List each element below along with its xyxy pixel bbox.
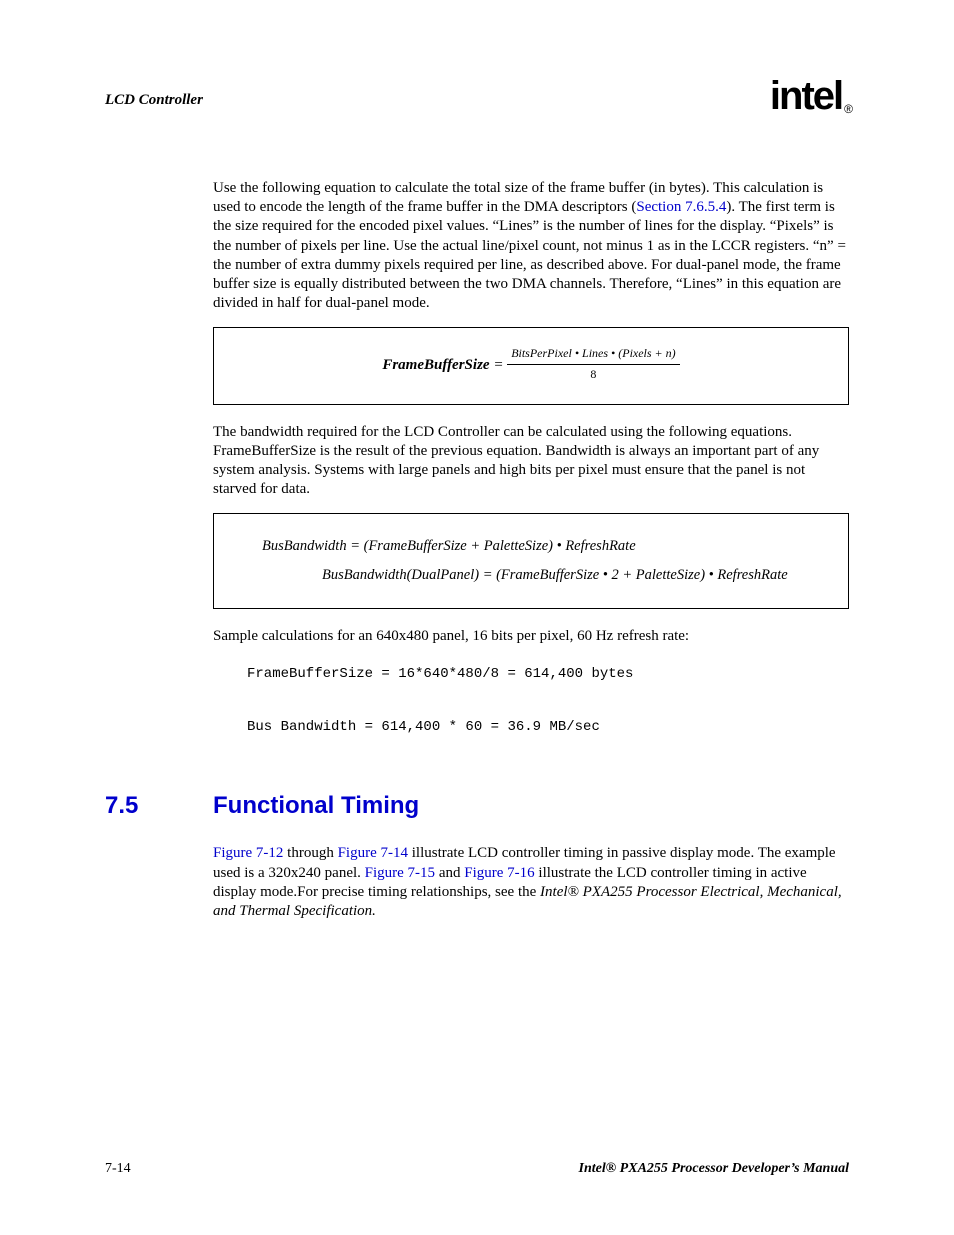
eq-denominator: 8 <box>507 365 679 384</box>
page-header: LCD Controller intel® <box>105 78 849 123</box>
link-figure-7-15[interactable]: Figure 7-15 <box>365 865 435 881</box>
logo-text: intel <box>770 74 842 118</box>
eq-fraction: BitsPerPixel • Lines • (Pixels + n)8 <box>507 344 679 383</box>
equation-framebuffer: FrameBufferSize = BitsPerPixel • Lines •… <box>238 346 824 385</box>
link-figure-7-14[interactable]: Figure 7-14 <box>338 845 408 861</box>
equation-bandwidth: BusBandwidth = (FrameBufferSize + Palett… <box>238 532 824 590</box>
main-content: Use the following equation to calculate … <box>213 179 849 740</box>
paragraph-bandwidth: The bandwidth required for the LCD Contr… <box>213 423 849 500</box>
link-figure-7-12[interactable]: Figure 7-12 <box>213 845 283 861</box>
link-figure-7-16[interactable]: Figure 7-16 <box>464 865 534 881</box>
equation-box-framebuffer: FrameBufferSize = BitsPerPixel • Lines •… <box>213 327 849 404</box>
section-title: Functional Timing <box>213 792 419 820</box>
paragraph-intro: Use the following equation to calculate … <box>213 179 849 313</box>
footer-page-number: 7-14 <box>105 1161 131 1177</box>
page-footer: 7-14 Intel® PXA255 Processor Developer’s… <box>105 1161 849 1177</box>
equation-box-bandwidth: BusBandwidth = (FrameBufferSize + Palett… <box>213 513 849 609</box>
section-number: 7.5 <box>105 792 213 820</box>
footer-manual-title: Intel® PXA255 Processor Developer’s Manu… <box>579 1161 850 1177</box>
eq-lhs: FrameBufferSize <box>382 357 489 373</box>
link-section-7-6-5-4[interactable]: Section 7.6.5.4 <box>636 199 726 215</box>
eq-line2: BusBandwidth(DualPanel) = (FrameBufferSi… <box>262 561 824 590</box>
section-heading-row: 7.5 Functional Timing <box>105 792 849 820</box>
section-content: Figure 7-12 through Figure 7-14 illustra… <box>213 844 849 921</box>
header-title: LCD Controller <box>105 92 203 109</box>
paragraph-functional-timing: Figure 7-12 through Figure 7-14 illustra… <box>213 844 849 921</box>
text: ). The first term is the size required f… <box>213 199 846 311</box>
eq-numerator: BitsPerPixel • Lines • (Pixels + n) <box>507 344 679 364</box>
text: through <box>283 845 337 861</box>
eq-equals: = <box>490 357 508 373</box>
eq-line1: BusBandwidth = (FrameBufferSize + Palett… <box>262 532 824 561</box>
paragraph-sample: Sample calculations for an 640x480 panel… <box>213 627 849 646</box>
logo-registered: ® <box>844 102 851 116</box>
text: and <box>435 865 464 881</box>
code-sample-calculations: FrameBufferSize = 16*640*480/8 = 614,400… <box>247 661 849 741</box>
intel-logo: intel® <box>770 74 849 119</box>
